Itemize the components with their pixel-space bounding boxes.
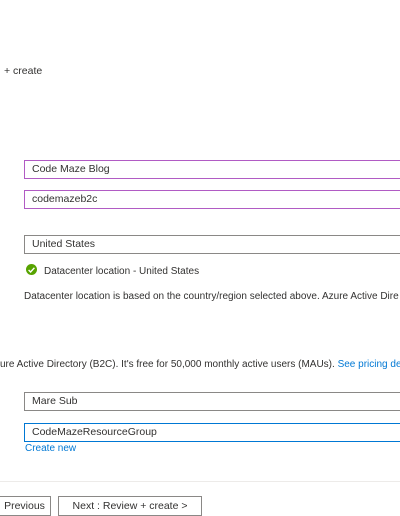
check-circle-icon <box>26 264 37 275</box>
pricing-text: ure Active Directory (B2C). It's free fo… <box>0 359 335 370</box>
datacenter-note: Datacenter location is based on the coun… <box>24 291 399 302</box>
organization-name-input[interactable]: Code Maze Blog <box>24 160 400 179</box>
resource-group-select[interactable]: CodeMazeResourceGroup <box>24 423 400 442</box>
pricing-link[interactable]: See pricing deta <box>338 359 400 370</box>
country-select[interactable]: United States <box>24 235 400 254</box>
create-new-link[interactable]: Create new <box>25 443 76 454</box>
footer-divider <box>0 481 400 482</box>
breadcrumb: + create <box>4 65 43 77</box>
domain-name-input[interactable]: codemazeb2c <box>24 190 400 209</box>
next-review-create-button[interactable]: Next : Review + create > <box>58 496 202 516</box>
previous-button[interactable]: Previous <box>0 496 51 516</box>
datacenter-status: Datacenter location - United States <box>44 266 200 277</box>
pricing-info: ure Active Directory (B2C). It's free fo… <box>0 359 400 370</box>
subscription-select[interactable]: Mare Sub <box>24 392 400 411</box>
